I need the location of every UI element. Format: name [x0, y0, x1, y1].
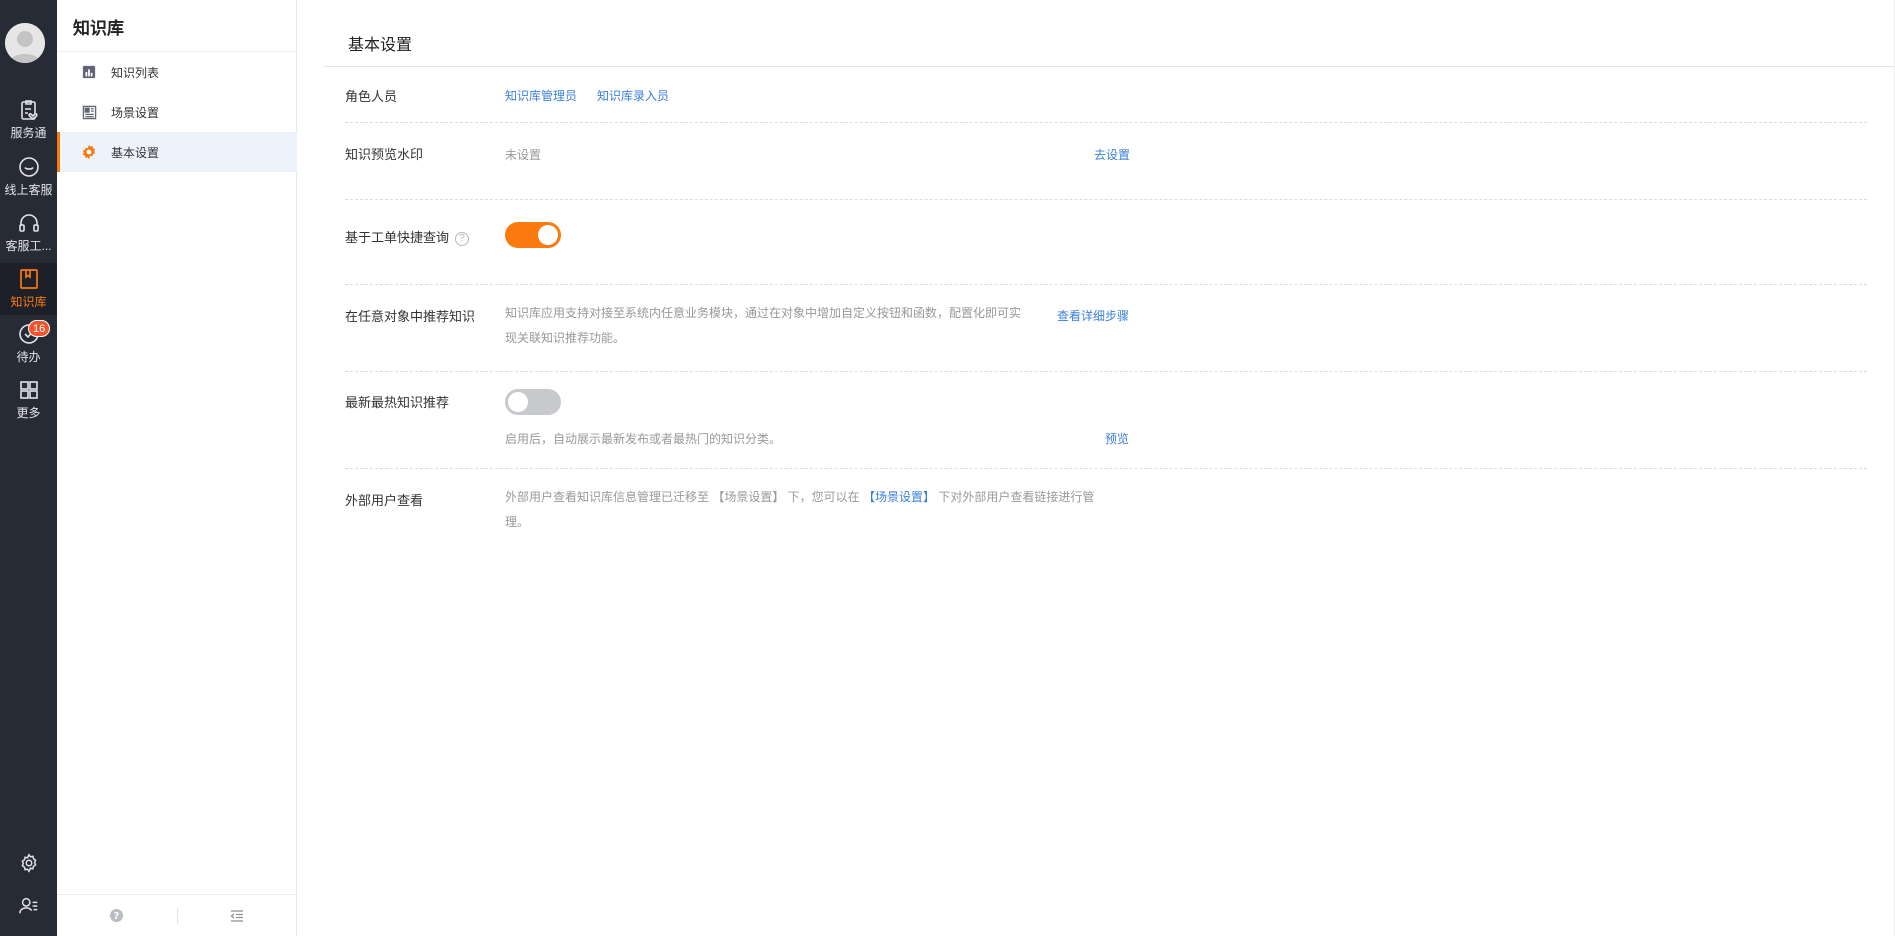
- help-icon[interactable]: ?: [455, 231, 470, 246]
- help-icon: ?: [110, 908, 124, 923]
- external-desc-line2: 理。: [505, 515, 530, 529]
- preview-link[interactable]: 预览: [1105, 430, 1129, 447]
- gear-icon: [81, 144, 97, 160]
- book-icon: [19, 269, 38, 289]
- rail-item-label: 客服工...: [5, 239, 52, 253]
- clipboard-heart-icon: [20, 100, 38, 121]
- gear-icon: [21, 853, 36, 873]
- smile-chat-icon: [18, 157, 39, 177]
- divider: [345, 371, 1867, 372]
- avatar-person-icon: [5, 23, 45, 63]
- external-users-description: 外部用户查看知识库信息管理已迁移至 【场景设置】 下，您可以在 【场景设置】 下…: [505, 485, 1105, 535]
- rail-item-label: 知识库: [10, 295, 47, 309]
- rail-item-knowledge-base[interactable]: 知识库: [0, 263, 57, 315]
- divider: [324, 66, 1895, 67]
- settings-main: 基本设置 角色人员 知识库管理员 知识库录入员 知识预览水印 未设置 去设置 基…: [297, 0, 1895, 936]
- role-admin-link[interactable]: 知识库管理员: [505, 87, 577, 104]
- collapse-menu-icon: [230, 909, 244, 922]
- grid-icon: [19, 381, 38, 399]
- external-users-label: 外部用户查看: [345, 493, 424, 508]
- sidebar-item-knowledge-list[interactable]: 知识列表: [57, 52, 297, 92]
- toggle-knob: [508, 392, 528, 412]
- sidebar-title: 知识库: [73, 19, 124, 38]
- divider: [345, 122, 1867, 123]
- role-editor-link[interactable]: 知识库录入员: [597, 87, 669, 104]
- rail-item-label: 更多: [16, 406, 41, 420]
- recommend-desc-line1: 知识库应用支持对接至系统内任意业务模块，通过在对象中增加自定义按钮和函数，配置化…: [505, 306, 1022, 320]
- rail-item-label: 线上客服: [4, 183, 53, 197]
- app-rail: 服务通 线上客服 客服工... 知识库 16 待办 更多: [0, 0, 57, 936]
- recommend-desc-line2: 现关联知识推荐功能。: [505, 331, 626, 345]
- sidebar-item-basic-settings[interactable]: 基本设置: [57, 132, 297, 172]
- watermark-label: 知识预览水印: [345, 147, 424, 162]
- rail-settings-button[interactable]: [0, 848, 57, 878]
- watermark-status: 未设置: [505, 148, 542, 162]
- sidebar-item-scene-settings[interactable]: 场景设置: [57, 92, 297, 132]
- user-avatar[interactable]: [5, 23, 45, 63]
- divider: [345, 284, 1867, 285]
- recommend-label: 在任意对象中推荐知识: [345, 309, 476, 324]
- svg-text:?: ?: [114, 911, 119, 922]
- quick-query-label-text: 基于工单快捷查询: [345, 230, 450, 245]
- quick-query-toggle[interactable]: [505, 222, 561, 248]
- quick-query-label: 基于工单快捷查询?: [345, 227, 470, 246]
- user-list-icon: [18, 897, 37, 914]
- rail-item-label: 待办: [16, 350, 41, 364]
- sidebar-item-label: 基本设置: [111, 145, 160, 160]
- view-steps-link[interactable]: 查看详细步骤: [1057, 307, 1129, 324]
- rail-item-todo[interactable]: 16 待办: [0, 318, 57, 370]
- rail-user-button[interactable]: [0, 891, 57, 921]
- rail-item-more[interactable]: 更多: [0, 374, 57, 426]
- bar-chart-icon: [81, 64, 97, 80]
- headset-icon: [18, 214, 39, 232]
- rail-item-service[interactable]: 服务通: [0, 94, 57, 146]
- collapse-sidebar-button[interactable]: [178, 895, 298, 936]
- hot-recommend-description: 启用后，自动展示最新发布或者最热门的知识分类。: [505, 432, 782, 446]
- recommend-description: 知识库应用支持对接至系统内任意业务模块，通过在对象中增加自定义按钮和函数，配置化…: [505, 301, 1045, 351]
- hot-recommend-label: 最新最热知识推荐: [345, 395, 450, 410]
- rail-item-online-service[interactable]: 线上客服: [0, 151, 57, 203]
- layout-icon: [81, 104, 97, 120]
- sidebar-item-label: 场景设置: [111, 105, 160, 120]
- external-desc-line1: 外部用户查看知识库信息管理已迁移至 【场景设置】 下，您可以在 【场景设置】 下…: [505, 485, 1105, 510]
- divider: [345, 468, 1867, 469]
- external-desc-text: 外部用户查看知识库信息管理已迁移至 【场景设置】 下，您可以在: [505, 490, 864, 504]
- roles-label: 角色人员: [345, 89, 398, 104]
- rail-item-label: 服务通: [10, 126, 47, 140]
- divider: [345, 199, 1867, 200]
- knowledge-sidebar: 知识库 知识列表 场景设置 基本设置 ?: [57, 0, 297, 936]
- todo-count-badge: 16: [28, 320, 51, 337]
- rail-item-agent-workbench[interactable]: 客服工...: [0, 207, 57, 259]
- sidebar-item-label: 知识列表: [111, 65, 160, 80]
- help-button[interactable]: ?: [57, 895, 177, 936]
- external-desc-text: 下对外部用户查看链接进行管: [935, 490, 1095, 504]
- sidebar-footer: ?: [57, 894, 297, 936]
- scene-settings-link[interactable]: 【场景设置】: [863, 490, 935, 504]
- watermark-setup-link[interactable]: 去设置: [1094, 146, 1130, 163]
- hot-recommend-toggle[interactable]: [505, 389, 561, 415]
- page-title: 基本设置: [348, 37, 413, 54]
- toggle-knob: [538, 225, 558, 245]
